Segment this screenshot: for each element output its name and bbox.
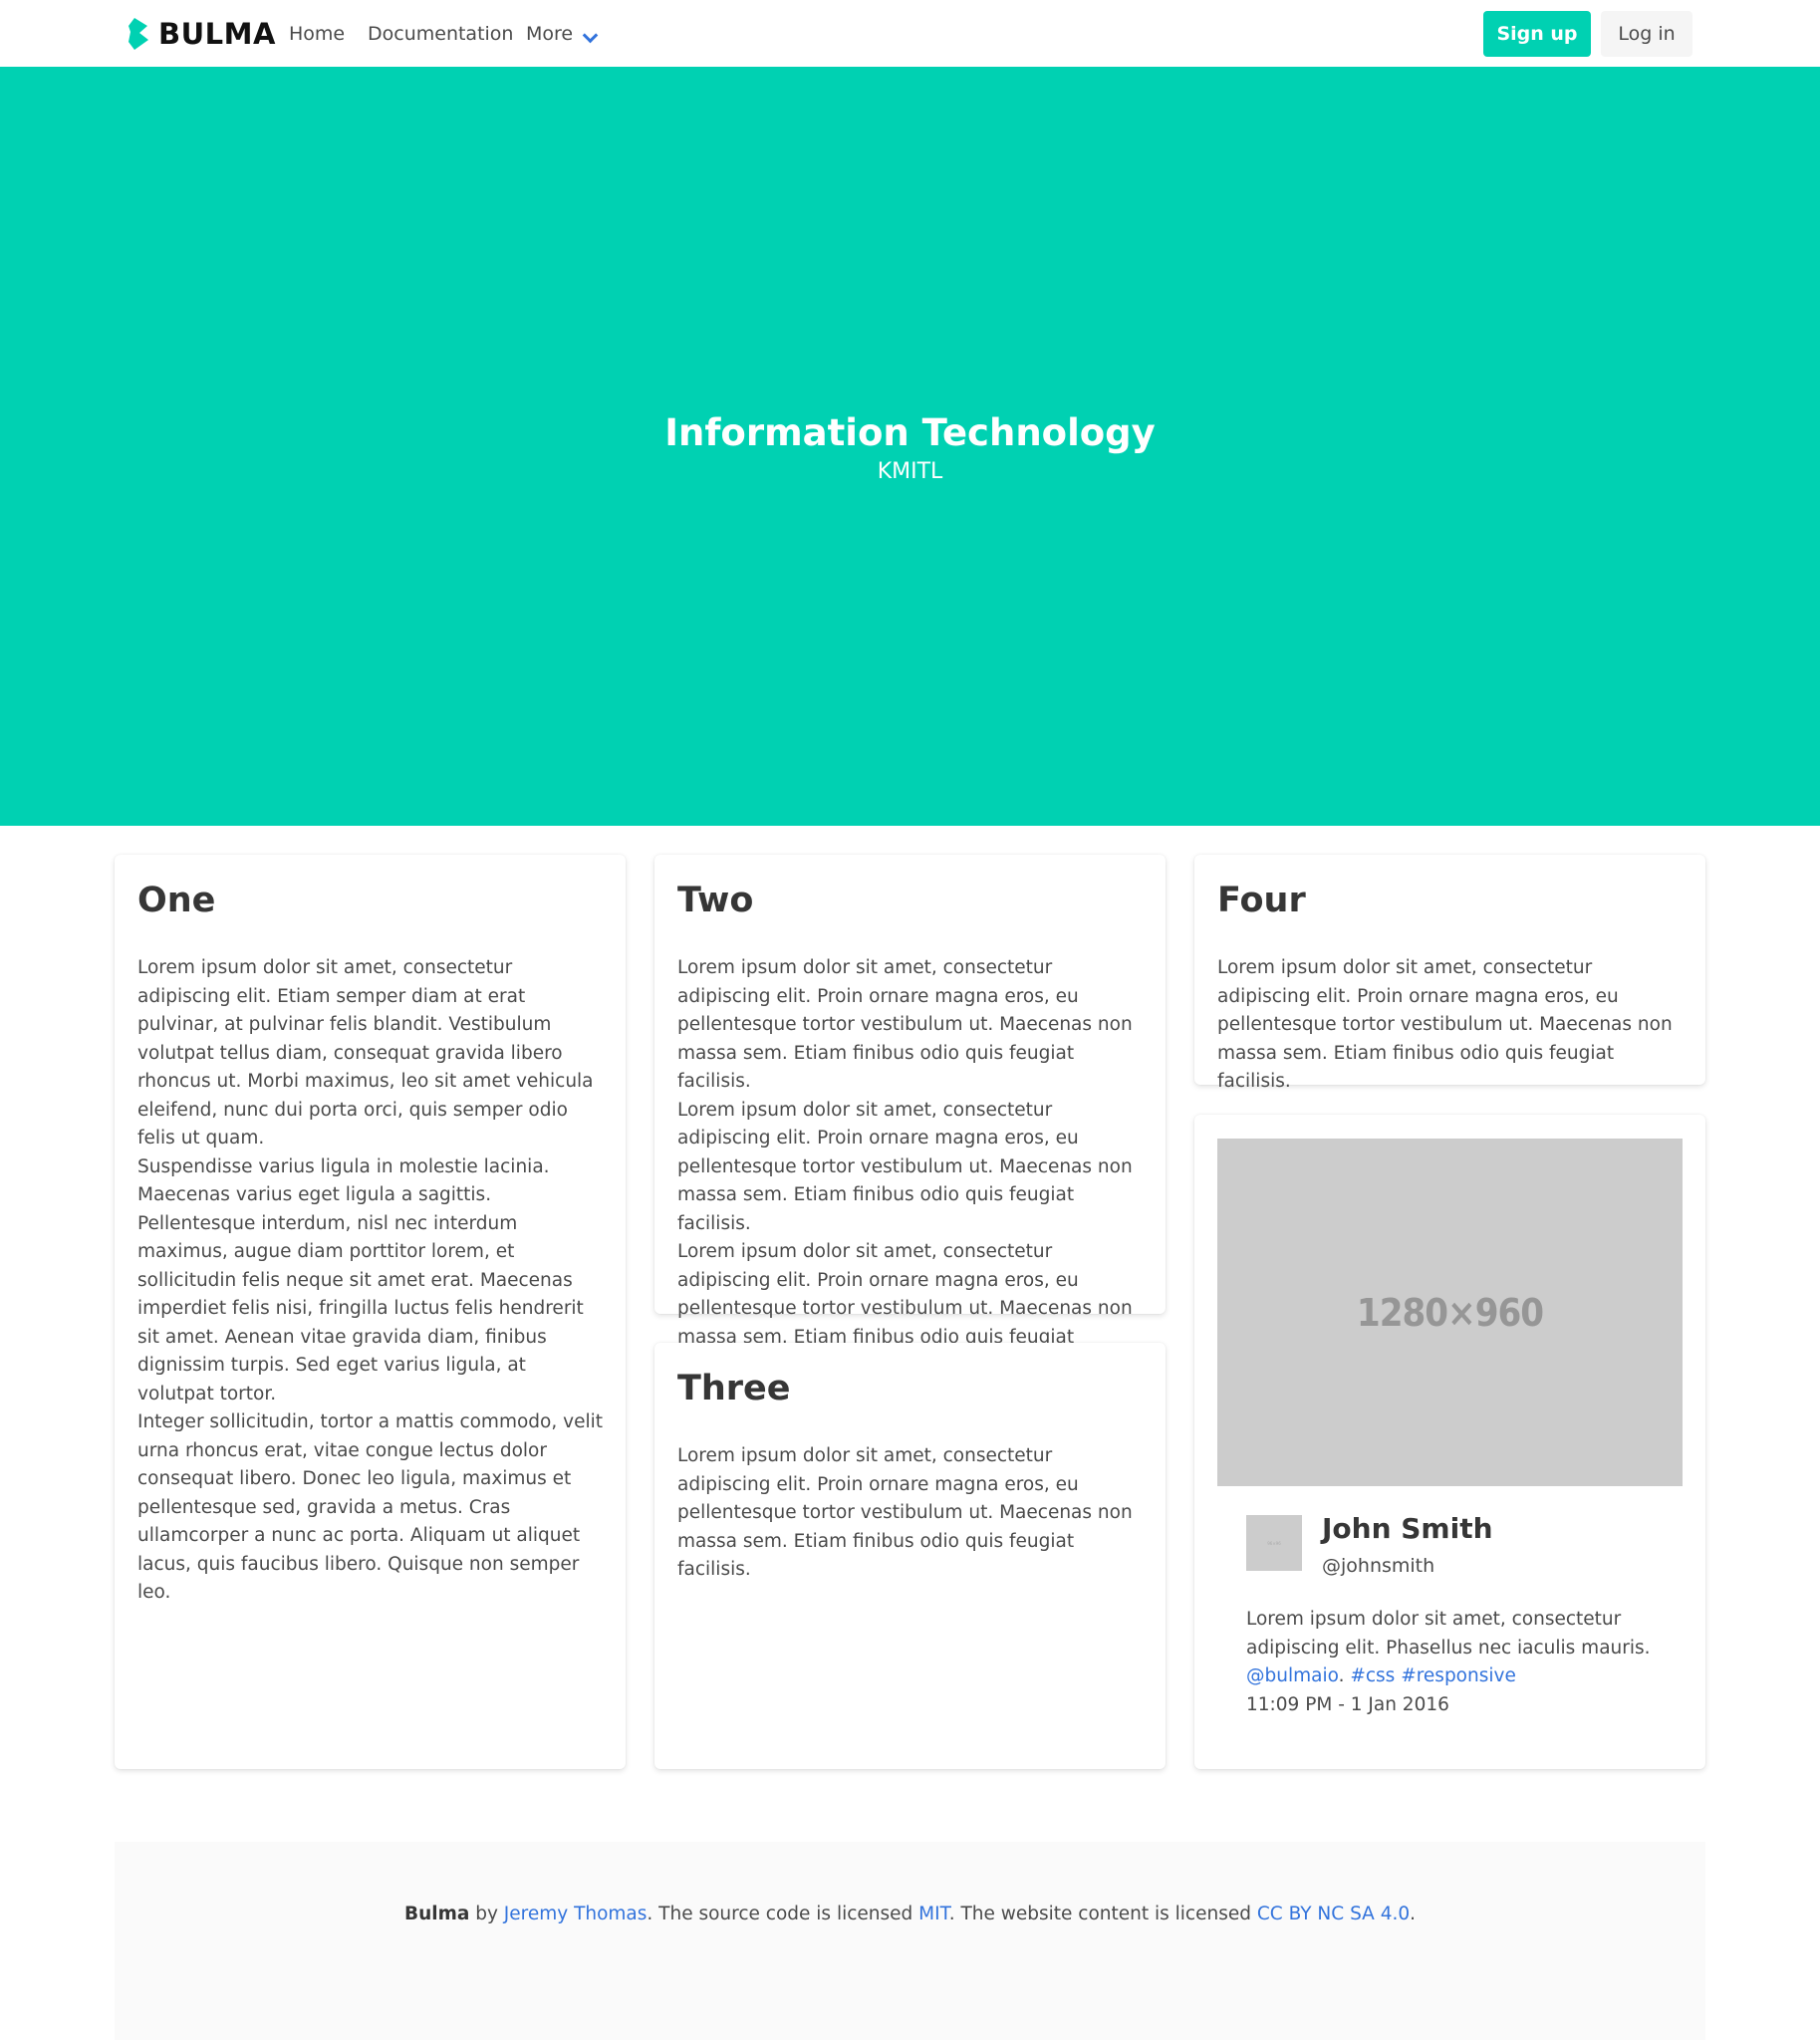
nav-documentation-link[interactable]: Documentation: [368, 20, 513, 48]
hero-title: Information Technology: [664, 411, 1156, 454]
profile-name: John Smith: [1322, 1512, 1493, 1545]
brand-logo[interactable]: BULMA: [127, 16, 276, 52]
footer-text: Bulma by Jeremy Thomas. The source code …: [115, 1901, 1705, 1928]
card-two: Two Lorem ipsum dolor sit amet, consecte…: [654, 855, 1166, 1376]
card-text: Lorem ipsum dolor sit amet, consectetur …: [1217, 954, 1684, 1097]
card-four: Four Lorem ipsum dolor sit amet, consect…: [1194, 855, 1705, 1092]
avatar: 96×96: [1246, 1515, 1302, 1571]
navbar: BULMA Home Documentation More Sign up Lo…: [0, 0, 1820, 67]
card-text: Lorem ipsum dolor sit amet, consectetur …: [137, 954, 604, 1608]
card-image: 1280×960: [1217, 1139, 1683, 1486]
card-paragraph: Lorem ipsum dolor sit amet, consectetur …: [677, 957, 1133, 1092]
footer-end: .: [1410, 1904, 1417, 1924]
card-text: Lorem ipsum dolor sit amet, consectetur …: [677, 954, 1144, 1381]
card-one: One Lorem ipsum dolor sit amet, consecte…: [115, 855, 626, 1769]
mention-separator: .: [1338, 1665, 1351, 1686]
card-text: Lorem ipsum dolor sit amet, consectetur …: [677, 1442, 1144, 1585]
login-button[interactable]: Log in: [1601, 11, 1692, 57]
profile-card: 1280×960 96×96 John Smith @johnsmith Lor…: [1194, 1115, 1705, 1769]
card-paragraph: Integer sollicitudin, tortor a mattis co…: [137, 1411, 603, 1603]
bulma-logo-icon: [129, 18, 148, 50]
footer-source-text: . The source code is licensed: [647, 1904, 919, 1924]
card-paragraph: Lorem ipsum dolor sit amet, consectetur …: [677, 1445, 1133, 1580]
card-title: Four: [1217, 881, 1306, 920]
mit-license-link[interactable]: MIT: [918, 1904, 949, 1924]
card-title: Two: [677, 881, 754, 920]
cc-license-link[interactable]: CC BY NC SA 4.0: [1257, 1904, 1410, 1924]
timestamp: 11:09 PM - 1 Jan 2016: [1246, 1693, 1449, 1715]
profile-text: Lorem ipsum dolor sit amet, consectetur …: [1246, 1609, 1651, 1658]
footer-by: by: [469, 1904, 504, 1924]
profile-content: Lorem ipsum dolor sit amet, consectetur …: [1246, 1606, 1661, 1719]
nav-more-dropdown[interactable]: More: [526, 20, 573, 48]
card-paragraph: Lorem ipsum dolor sit amet, consectetur …: [677, 1099, 1133, 1234]
tag-css-link[interactable]: #css: [1350, 1665, 1395, 1686]
nav-home-link[interactable]: Home: [289, 20, 345, 48]
card-paragraph: Suspendisse varius ligula in molestie la…: [137, 1155, 584, 1404]
footer: Bulma by Jeremy Thomas. The source code …: [115, 1842, 1705, 2040]
footer-content-text: . The website content is licensed: [948, 1904, 1257, 1924]
mention-link[interactable]: @bulmaio: [1246, 1665, 1339, 1686]
profile-handle: @johnsmith: [1322, 1555, 1435, 1577]
signup-button[interactable]: Sign up: [1483, 11, 1591, 57]
card-paragraph: Lorem ipsum dolor sit amet, consectetur …: [1217, 957, 1673, 1092]
tag-responsive-link[interactable]: #responsive: [1401, 1665, 1516, 1686]
card-three: Three Lorem ipsum dolor sit amet, consec…: [654, 1343, 1166, 1769]
footer-brand: Bulma: [403, 1904, 470, 1924]
author-link[interactable]: Jeremy Thomas: [504, 1904, 648, 1924]
image-size-label: 1280×960: [1356, 1290, 1544, 1335]
brand-name: BULMA: [158, 17, 276, 51]
hero-subtitle: KMITL: [877, 459, 943, 484]
card-paragraph: Lorem ipsum dolor sit amet, consectetur …: [137, 957, 594, 1148]
hero-banner: Information Technology KMITL: [0, 67, 1820, 826]
card-title: One: [137, 881, 216, 920]
card-title: Three: [677, 1369, 791, 1408]
chevron-down-icon[interactable]: [582, 27, 599, 44]
